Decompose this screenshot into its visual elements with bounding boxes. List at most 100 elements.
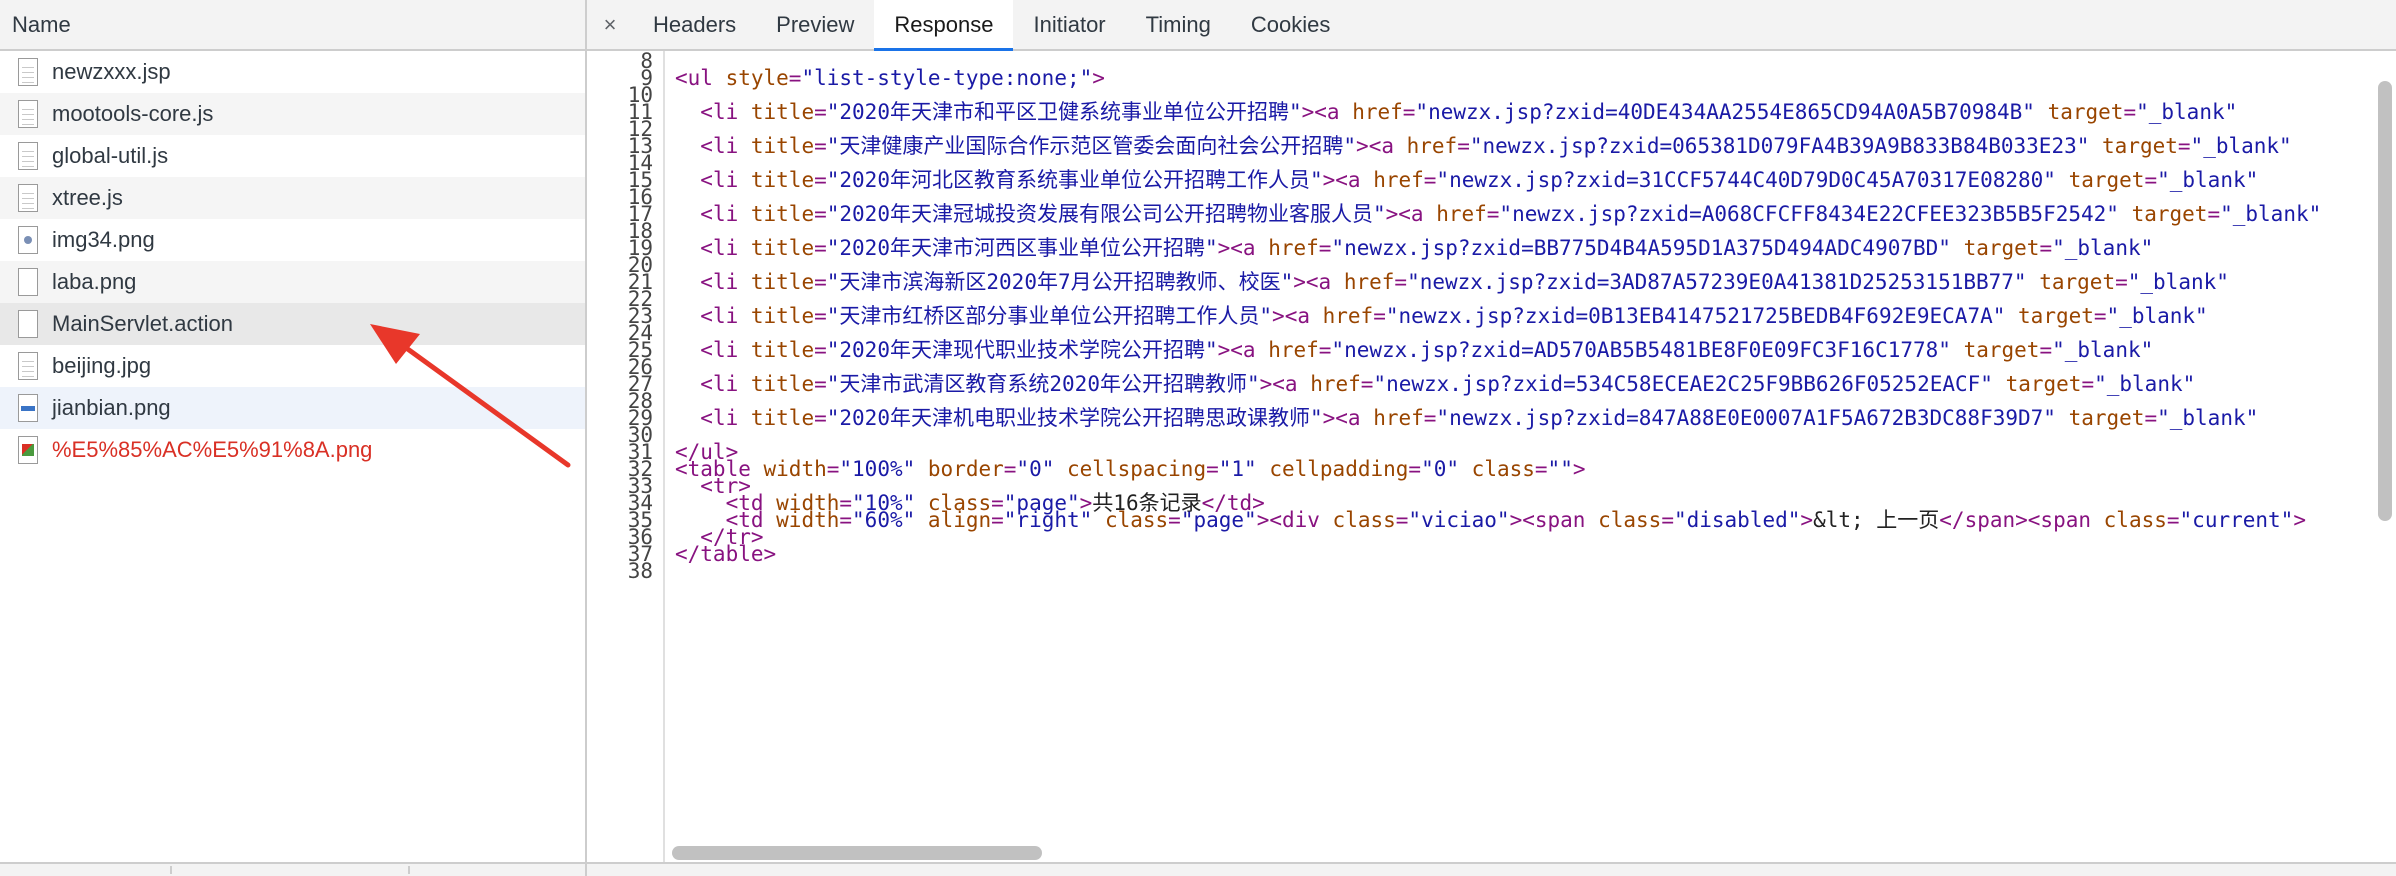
code-token: title <box>750 270 815 294</box>
file-row[interactable]: img34.png <box>0 219 585 261</box>
code-token: target <box>1963 338 2040 362</box>
code-token: "right" <box>1003 508 1093 532</box>
code-token: "_blank" <box>2220 202 2322 226</box>
code-token: <li <box>700 406 751 430</box>
tab-preview[interactable]: Preview <box>756 0 874 49</box>
code-token: = <box>1318 338 1332 362</box>
code-token: <li <box>700 338 751 362</box>
code-token: <li <box>700 134 751 158</box>
code-line: </table> <box>675 541 776 567</box>
code-token: "_blank" <box>2052 338 2154 362</box>
list-footer <box>0 862 585 876</box>
code-token: = <box>839 508 853 532</box>
code-token: href <box>1322 304 1374 328</box>
code-token: <li <box>700 270 751 294</box>
file-row[interactable]: global-util.js <box>0 135 585 177</box>
code-token: "newzx.jsp?zxid=847A88E0E0007A1F5A672B3D… <box>1436 406 2056 430</box>
code-token: = <box>814 338 827 362</box>
code-token: "current" <box>2179 508 2294 532</box>
response-code-view[interactable]: 8 9 10 11 12 13 14 15 16 17 18 19 20 21 22 23 24 25 26 27 28… <box>587 51 2396 864</box>
code-token: class <box>1104 508 1169 532</box>
file-name: global-util.js <box>52 143 169 168</box>
code-token: = <box>1168 508 1181 532</box>
code-token: title <box>750 338 815 362</box>
response-panel: × Headers Preview Response Initiator Timing C… <box>587 0 2396 876</box>
code-token: "page" <box>1180 508 1257 532</box>
horizontal-scrollbar[interactable] <box>672 846 1042 860</box>
code-token: "newzx.jsp?zxid=A068CFCFF8434E22CFEE323B… <box>1499 202 2119 226</box>
code-token: target <box>1963 236 2040 260</box>
code-line: <li title="2020年河北区教育系统事业单位公开招聘工作人员"><a … <box>675 167 2258 193</box>
code-token: = <box>1003 457 1017 481</box>
code-token: href <box>1373 168 1424 192</box>
code-token: = <box>814 168 827 192</box>
code-token: cellpadding <box>1269 457 1409 481</box>
code-token: = <box>814 270 827 294</box>
vertical-scrollbar[interactable] <box>2378 81 2392 521</box>
code-token: cellspacing <box>1067 457 1207 481</box>
code-token: "newzx.jsp?zxid=BB775D4B4A595D1A375D494A… <box>1331 236 1951 260</box>
code-token: = <box>2081 372 2095 396</box>
code-token: "_blank" <box>2052 236 2154 260</box>
code-token: = <box>2144 406 2158 430</box>
tab-initiator[interactable]: Initiator <box>1013 0 1125 49</box>
code-token: = <box>814 236 827 260</box>
code-token: = <box>2039 338 2053 362</box>
code-token: href <box>1406 134 1458 158</box>
code-token: target <box>2039 270 2116 294</box>
code-token: target <box>2047 100 2124 124</box>
code-token: <li <box>700 100 751 124</box>
code-token: ><a <box>1217 236 1269 260</box>
code-token: = <box>2123 100 2137 124</box>
code-token: "newzx.jsp?zxid=065381D079FA4B39A9B833B8… <box>1469 134 2090 158</box>
file-row[interactable]: newzxxx.jsp <box>0 51 585 93</box>
code-token: border <box>927 457 1004 481</box>
code-token: "2020年天津市河西区事业单位公开招聘" <box>826 236 1218 260</box>
code-token: width <box>776 508 840 532</box>
code-token: class <box>1332 508 1396 532</box>
code-token: = <box>814 372 827 396</box>
code-token: = <box>1457 134 1470 158</box>
file-row[interactable]: mootools-core.js <box>0 93 585 135</box>
code-token: &lt; 上一页 <box>1813 508 1940 532</box>
code-token: "disabled" <box>1673 508 1801 532</box>
code-token: "0" <box>1421 457 1460 481</box>
file-name: jianbian.png <box>52 395 171 420</box>
blank-file-icon <box>18 268 38 296</box>
code-token: title <box>750 304 815 328</box>
file-row[interactable]: xtree.js <box>0 177 585 219</box>
code-token: > <box>2293 508 2306 532</box>
code-token: = <box>814 100 827 124</box>
code-token: = <box>1423 406 1437 430</box>
document-icon <box>18 58 38 86</box>
image-band-icon <box>18 394 38 422</box>
code-token: = <box>1486 202 1500 226</box>
code-token: "天津市红桥区部分事业单位公开招聘工作人员" <box>826 304 1273 328</box>
file-row[interactable]: laba.png <box>0 261 585 303</box>
code-token: <li <box>700 168 751 192</box>
code-token: style <box>725 66 789 90</box>
tab-cookies[interactable]: Cookies <box>1231 0 1350 49</box>
code-token: = <box>1534 457 1548 481</box>
code-token: "_blank" <box>2190 134 2292 158</box>
file-name: beijing.jpg <box>52 353 152 378</box>
code-token: = <box>2115 270 2128 294</box>
close-icon[interactable]: × <box>587 0 633 49</box>
tab-headers[interactable]: Headers <box>633 0 756 49</box>
code-token: ><a <box>1356 134 1407 158</box>
name-column-header[interactable]: Name <box>0 0 585 51</box>
vertical-scrollbar-track[interactable] <box>2374 51 2396 864</box>
tab-timing[interactable]: Timing <box>1126 0 1231 49</box>
tab-response[interactable]: Response <box>874 0 1014 51</box>
code-token: = <box>2093 304 2107 328</box>
